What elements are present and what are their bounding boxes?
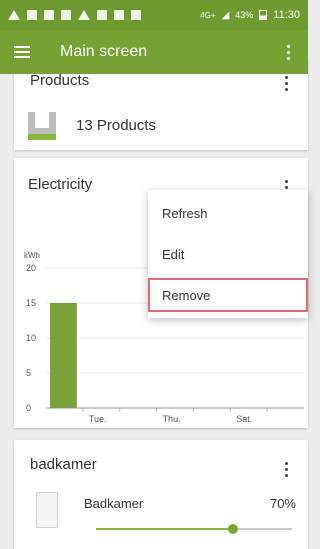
- warning-icon: [8, 10, 20, 20]
- x-tick-label: Thu.: [163, 414, 181, 424]
- card-menu-button[interactable]: [281, 72, 292, 95]
- image-icon: [97, 10, 107, 20]
- clock: 11:30: [273, 9, 300, 21]
- x-tick-label: Sat.: [236, 414, 252, 424]
- y-tick-label: 5: [26, 368, 31, 378]
- network-type: 4G+: [200, 10, 216, 20]
- card-title: Products: [30, 72, 90, 89]
- card-title: Electricity: [28, 176, 93, 193]
- flag-icon: [114, 10, 124, 20]
- chart-bar: [50, 303, 77, 408]
- menu-icon[interactable]: [14, 46, 30, 58]
- device-level: 70%: [269, 496, 296, 511]
- y-tick-label: 15: [26, 298, 36, 308]
- card-context-menu: Refresh Edit Remove: [148, 190, 308, 318]
- badkamer-card[interactable]: badkamer Badkamer 70%: [14, 440, 308, 549]
- status-bar: 4G+ ◢ 43% 11:30: [0, 0, 308, 30]
- image-icon: [61, 10, 71, 20]
- notification-icon: [27, 10, 37, 20]
- slider-thumb[interactable]: [228, 524, 239, 534]
- y-tick-label: 20: [26, 263, 36, 273]
- overflow-menu-button[interactable]: [283, 41, 294, 64]
- slider-fill: [96, 528, 234, 530]
- battery-percent: 43%: [235, 10, 254, 20]
- card-menu-button[interactable]: [281, 458, 292, 481]
- power-icon: [131, 10, 141, 20]
- menu-item-refresh[interactable]: Refresh: [148, 196, 308, 230]
- x-tick-label: Tue.: [89, 414, 107, 424]
- card-title: badkamer: [30, 456, 97, 473]
- device-icon: [36, 492, 58, 528]
- dimmer-slider[interactable]: [96, 524, 292, 534]
- menu-item-edit[interactable]: Edit: [148, 237, 308, 271]
- app-bar: Main screen: [0, 30, 308, 74]
- device-name: Badkamer: [84, 496, 144, 511]
- products-count: 13 Products: [76, 117, 157, 134]
- mail-icon: [44, 10, 54, 20]
- signal-icon: ◢: [221, 9, 230, 21]
- y-axis-label: kWh: [24, 251, 40, 260]
- warning-icon: [78, 10, 90, 20]
- page-title: Main screen: [60, 43, 148, 60]
- notification-icons: [8, 10, 141, 20]
- battery-icon: [259, 10, 268, 20]
- products-icon: [28, 112, 56, 140]
- y-tick-label: 0: [26, 403, 31, 413]
- menu-item-remove[interactable]: Remove: [148, 278, 308, 312]
- y-tick-label: 10: [26, 333, 36, 343]
